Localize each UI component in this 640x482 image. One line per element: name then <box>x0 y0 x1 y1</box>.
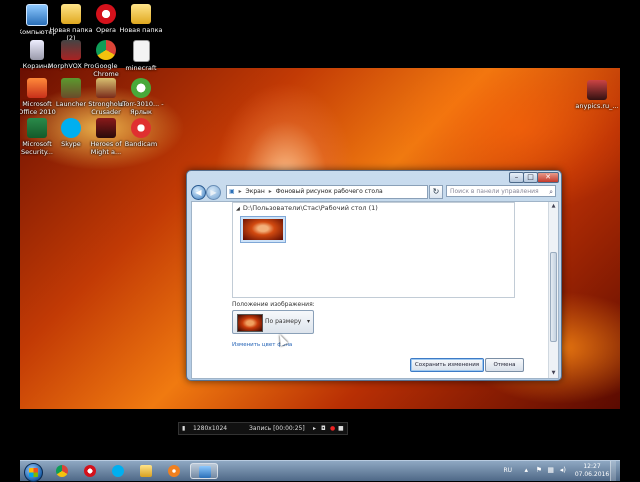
navigation-row: ◀ ▶ ▣ ▸ Экран ▸ Фоновый рисунок рабочего… <box>191 184 557 200</box>
position-preview-image <box>237 314 263 332</box>
system-tray: RU ▴ ⚑ ▦ ◂) 12:27 07.06.2016 <box>476 461 616 481</box>
save-changes-button[interactable]: Сохранить изменения <box>410 358 484 372</box>
document-icon <box>132 40 150 62</box>
scroll-thumb[interactable] <box>550 252 557 342</box>
recorder-status: Запись [00:00:25] <box>249 425 305 432</box>
computer-icon <box>26 4 48 26</box>
desktop-icon-minecraft[interactable]: minecraft <box>116 40 166 72</box>
morphvox-icon <box>61 40 81 60</box>
volume-icon[interactable]: ◂) <box>560 466 566 474</box>
back-button[interactable]: ◀ <box>191 185 206 200</box>
record-dot-icon[interactable]: ● <box>330 423 335 434</box>
window-content: ◢ D:\Пользователи\Стас\Рабочий стол (1) П… <box>191 201 559 379</box>
chrome-icon <box>96 40 116 60</box>
start-button[interactable] <box>24 463 43 482</box>
clock[interactable]: 12:27 07.06.2016 <box>572 463 612 479</box>
taskbar-media-player[interactable] <box>162 463 186 479</box>
minecraft-launcher-icon <box>61 78 81 98</box>
clock-time: 12:27 <box>583 463 601 470</box>
taskbar-skype[interactable] <box>106 463 130 479</box>
wallpaper-thumbnail[interactable] <box>240 216 286 243</box>
taskbar: RU ▴ ⚑ ▦ ◂) 12:27 07.06.2016 <box>20 460 620 482</box>
control-panel-icon <box>199 466 211 478</box>
bandicam-icon <box>131 118 151 138</box>
minimize-button[interactable]: – <box>509 172 524 183</box>
control-panel-icon: ▣ <box>229 188 235 195</box>
picture-group-header[interactable]: ◢ D:\Пользователи\Стас\Рабочий стол (1) <box>236 204 378 212</box>
recorder-resolution: 1280x1024 <box>193 425 228 432</box>
image-file-icon <box>587 80 607 100</box>
folder-icon <box>61 4 81 24</box>
back-arrow-icon: ◀ <box>195 188 202 197</box>
recorder-play-icon[interactable]: ▸ <box>313 423 316 434</box>
taskbar-chrome[interactable] <box>50 463 74 479</box>
breadcrumb-screen[interactable]: Экран <box>246 188 265 195</box>
opera-icon <box>84 465 96 477</box>
camera-icon[interactable]: ◘ <box>321 423 326 434</box>
forward-arrow-icon: ▶ <box>210 188 217 197</box>
explorer-icon <box>140 465 152 477</box>
recorder-stop-icon[interactable]: ■ <box>338 423 344 434</box>
scroll-up-icon[interactable]: ▲ <box>549 202 558 211</box>
maximize-button[interactable]: □ <box>523 172 538 183</box>
window-titlebar[interactable]: – □ ✕ <box>187 171 561 183</box>
picture-position-dropdown[interactable]: По размеру ▾ <box>232 310 314 334</box>
skype-icon <box>112 465 124 477</box>
desktop-icon-label: minecraft <box>125 64 157 72</box>
position-selected-value: По размеру <box>265 318 302 325</box>
clock-date: 07.06.2016 <box>574 471 610 478</box>
security-icon <box>27 118 47 138</box>
breadcrumb-chevron-icon: ▸ <box>268 188 272 195</box>
scroll-down-icon[interactable]: ▼ <box>549 369 558 378</box>
show-hidden-icons-icon[interactable]: ▴ <box>524 466 528 474</box>
cancel-button[interactable]: Отмена <box>485 358 524 372</box>
taskbar-control-panel[interactable] <box>190 463 218 479</box>
language-indicator[interactable]: RU <box>503 467 512 474</box>
desktop-icon-label: anypics.ru_... <box>575 102 619 110</box>
refresh-icon: ↻ <box>432 187 440 196</box>
media-player-icon <box>168 465 180 477</box>
taskbar-explorer[interactable] <box>134 463 158 479</box>
picture-list[interactable]: ◢ D:\Пользователи\Стас\Рабочий стол (1) <box>232 202 515 298</box>
recorder-bar: ▮ 1280x1024 Запись [00:00:25] ▸ ◘ ● ■ <box>178 422 348 435</box>
search-input[interactable]: Поиск в панели управления ⌕ <box>446 185 556 197</box>
thumbnail-image <box>243 219 283 240</box>
windows-logo-icon <box>29 468 38 477</box>
group-path: D:\Пользователи\Стас\Рабочий стол (1) <box>242 204 378 212</box>
show-desktop-button[interactable] <box>610 461 616 481</box>
breadcrumb-chevron-icon: ▸ <box>238 188 242 195</box>
desktop-icon-label: Новая папка <box>119 26 163 34</box>
desktop-icon-utorrent[interactable]: uTorr-3010... - Ярлык <box>116 78 166 116</box>
office-icon <box>27 78 47 98</box>
search-icon: ⌕ <box>549 188 553 196</box>
utorrent-icon <box>131 78 151 98</box>
close-button[interactable]: ✕ <box>537 172 559 183</box>
recycle-bin-icon <box>30 40 44 60</box>
chevron-down-icon: ▾ <box>306 318 310 325</box>
desktop-background-window: – □ ✕ ◀ ▶ ▣ ▸ Экран ▸ Фоновый рисунок ра… <box>186 170 562 381</box>
desktop-icon-label: Bandicam <box>124 140 158 148</box>
address-bar[interactable]: ▣ ▸ Экран ▸ Фоновый рисунок рабочего сто… <box>226 185 428 199</box>
chrome-icon <box>56 465 68 477</box>
collapse-triangle-icon: ◢ <box>236 206 240 212</box>
vertical-scrollbar[interactable]: ▲ ▼ <box>548 202 558 378</box>
desktop-icon-new-folder[interactable]: Новая папка <box>116 4 166 34</box>
desktop-icon-anypics[interactable]: anypics.ru_... <box>572 80 620 110</box>
forward-button[interactable]: ▶ <box>206 185 221 200</box>
stronghold-icon <box>96 78 116 98</box>
skype-icon <box>61 118 81 138</box>
picture-position-label: Положение изображения: <box>232 301 315 308</box>
heroes-icon <box>96 118 116 138</box>
opera-icon <box>96 4 116 24</box>
recorder-pause-icon[interactable]: ▮ <box>182 423 185 434</box>
taskbar-opera[interactable] <box>78 463 102 479</box>
refresh-button[interactable]: ↻ <box>429 185 443 199</box>
flag-icon[interactable]: ⚑ <box>536 466 542 474</box>
folder-icon <box>131 4 151 24</box>
breadcrumb-desktop-background[interactable]: Фоновый рисунок рабочего стола <box>276 188 383 195</box>
desktop-icon-label: uTorr-3010... - Ярлык <box>118 100 164 116</box>
network-icon[interactable]: ▦ <box>547 466 554 474</box>
desktop-icon-bandicam[interactable]: Bandicam <box>116 118 166 148</box>
search-placeholder: Поиск в панели управления <box>450 188 539 195</box>
